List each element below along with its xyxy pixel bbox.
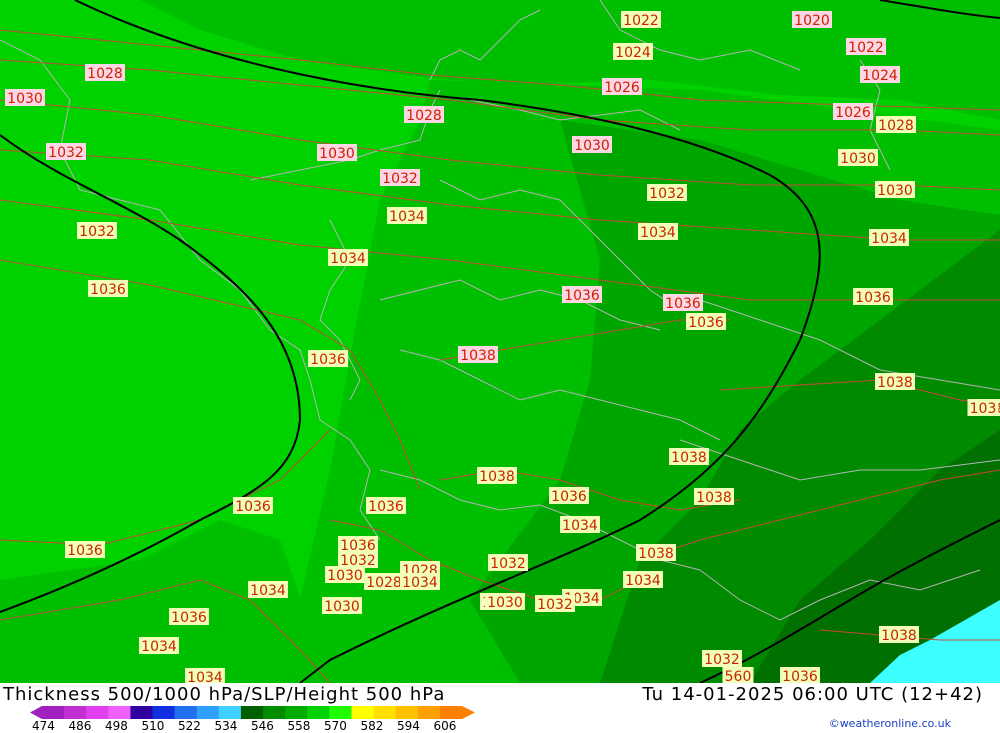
pressure-label: 560 bbox=[725, 669, 752, 683]
scale-tick-label: 474 bbox=[32, 719, 55, 733]
pressure-label: 1034 bbox=[562, 518, 598, 534]
pressure-label: 1030 bbox=[840, 151, 876, 167]
pressure-label: 1030 bbox=[324, 599, 360, 615]
scale-swatch bbox=[307, 706, 330, 719]
scale-swatch bbox=[417, 706, 441, 719]
scale-tick-label: 534 bbox=[214, 719, 238, 733]
pressure-label: 1032 bbox=[382, 171, 418, 187]
pressure-label: 1032 bbox=[537, 597, 573, 613]
pressure-label: 1034 bbox=[187, 670, 223, 683]
pressure-label: 1036 bbox=[171, 610, 207, 626]
pressure-label: 1020 bbox=[794, 13, 830, 29]
scale-tick-label: 510 bbox=[141, 719, 165, 733]
scale-right-arrow bbox=[462, 706, 475, 719]
pressure-label: 1022 bbox=[848, 40, 884, 56]
pressure-label: 1034 bbox=[330, 251, 366, 267]
pressure-label: 1036 bbox=[564, 288, 600, 304]
map-title: Thickness 500/1000 hPa/SLP/Height 500 hP… bbox=[3, 684, 446, 705]
pressure-label: 1038 bbox=[877, 375, 913, 391]
pressure-label: 1034 bbox=[141, 639, 177, 655]
scale-swatch bbox=[64, 706, 87, 719]
pressure-label: 1036 bbox=[235, 499, 271, 515]
scale-swatch bbox=[196, 706, 220, 719]
pressure-label: 1032 bbox=[649, 186, 685, 202]
pressure-label: 1032 bbox=[490, 556, 526, 572]
pressure-label: 1024 bbox=[862, 68, 898, 84]
scale-swatch bbox=[329, 706, 352, 719]
scale-tick-label: 522 bbox=[178, 719, 201, 733]
pressure-label: 1030 bbox=[574, 138, 610, 154]
pressure-label: 1036 bbox=[67, 543, 103, 559]
valid-time: Tu 14-01-2025 06:00 UTC (12+42) bbox=[642, 684, 983, 705]
pressure-label: 1032 bbox=[48, 145, 84, 161]
pressure-label: 1034 bbox=[871, 231, 907, 247]
pressure-label: 1032 bbox=[79, 224, 115, 240]
pressure-label: 1038 bbox=[638, 546, 674, 562]
pressure-label: 1036 bbox=[90, 282, 126, 298]
pressure-label: 1034 bbox=[250, 583, 286, 599]
pressure-label: 1036 bbox=[688, 315, 724, 331]
pressure-label: 103 bbox=[970, 401, 997, 417]
pressure-label: 1028 bbox=[87, 66, 123, 82]
pressure-label: 1036 bbox=[310, 352, 346, 368]
scale-left-arrow bbox=[30, 706, 42, 719]
scale-swatch bbox=[439, 706, 463, 719]
pressure-label: 1038 bbox=[479, 469, 515, 485]
pressure-label: 1036 bbox=[665, 296, 701, 312]
scale-tick-label: 570 bbox=[324, 719, 347, 733]
pressure-label: 1028 bbox=[366, 575, 402, 591]
pressure-label: 1028 bbox=[878, 118, 914, 134]
scale-swatch bbox=[218, 706, 242, 719]
pressure-label: 1030 bbox=[877, 183, 913, 199]
footer: Thickness 500/1000 hPa/SLP/Height 500 hP… bbox=[0, 683, 1000, 733]
pressure-label: 1036 bbox=[368, 499, 404, 515]
scale-swatch bbox=[240, 706, 264, 719]
pressure-label: 1028 bbox=[406, 108, 442, 124]
pressure-label: 1022 bbox=[623, 13, 659, 29]
pressure-label: 1036 bbox=[855, 290, 891, 306]
scale-swatch bbox=[174, 706, 198, 719]
pressure-label: 1038 bbox=[671, 450, 707, 466]
scale-swatch bbox=[86, 706, 109, 719]
scale-tick-label: 594 bbox=[397, 719, 420, 733]
pressure-label: 1036 bbox=[551, 489, 587, 505]
pressure-label: 1024 bbox=[615, 45, 651, 61]
scale-tick-label: 498 bbox=[105, 719, 128, 733]
scale-swatch bbox=[130, 706, 154, 719]
pressure-label: 1038 bbox=[460, 348, 496, 364]
pressure-label: 1030 bbox=[327, 568, 363, 584]
thickness-color-scale bbox=[30, 706, 475, 719]
scale-tick-label: 606 bbox=[433, 719, 457, 733]
pressure-label: 1030 bbox=[7, 91, 43, 107]
scale-swatch bbox=[285, 706, 308, 719]
pressure-label: 1038 bbox=[696, 490, 732, 506]
credit-text: ©weatheronline.co.uk bbox=[828, 717, 951, 730]
pressure-label: 1034 bbox=[389, 209, 425, 225]
scale-swatch bbox=[373, 706, 397, 719]
pressure-label: 1026 bbox=[835, 105, 871, 121]
scale-swatch bbox=[108, 706, 131, 719]
pressure-label: 1034 bbox=[402, 575, 438, 591]
scale-tick-label: 546 bbox=[251, 719, 274, 733]
pressure-label: 1034 bbox=[625, 573, 661, 589]
scale-swatch bbox=[395, 706, 419, 719]
scale-swatch bbox=[152, 706, 176, 719]
pressure-label: 1034 bbox=[640, 225, 676, 241]
pressure-label: 1038 bbox=[881, 628, 917, 644]
pressure-label: 1036 bbox=[782, 669, 818, 683]
pressure-label: 1030 bbox=[319, 146, 355, 162]
scale-swatch bbox=[263, 706, 286, 719]
scale-tick-label: 558 bbox=[287, 719, 311, 733]
pressure-label: 1026 bbox=[604, 80, 640, 96]
scale-swatch bbox=[42, 706, 65, 719]
scale-tick-label: 582 bbox=[360, 719, 384, 733]
pressure-label: 1030 bbox=[487, 595, 523, 611]
scale-tick-label: 486 bbox=[68, 719, 92, 733]
scale-swatch bbox=[351, 706, 375, 719]
weather-map: 1022 10201024 102210261024102810301028 1026… bbox=[0, 0, 1000, 683]
pressure-label: 1032 bbox=[704, 652, 740, 668]
